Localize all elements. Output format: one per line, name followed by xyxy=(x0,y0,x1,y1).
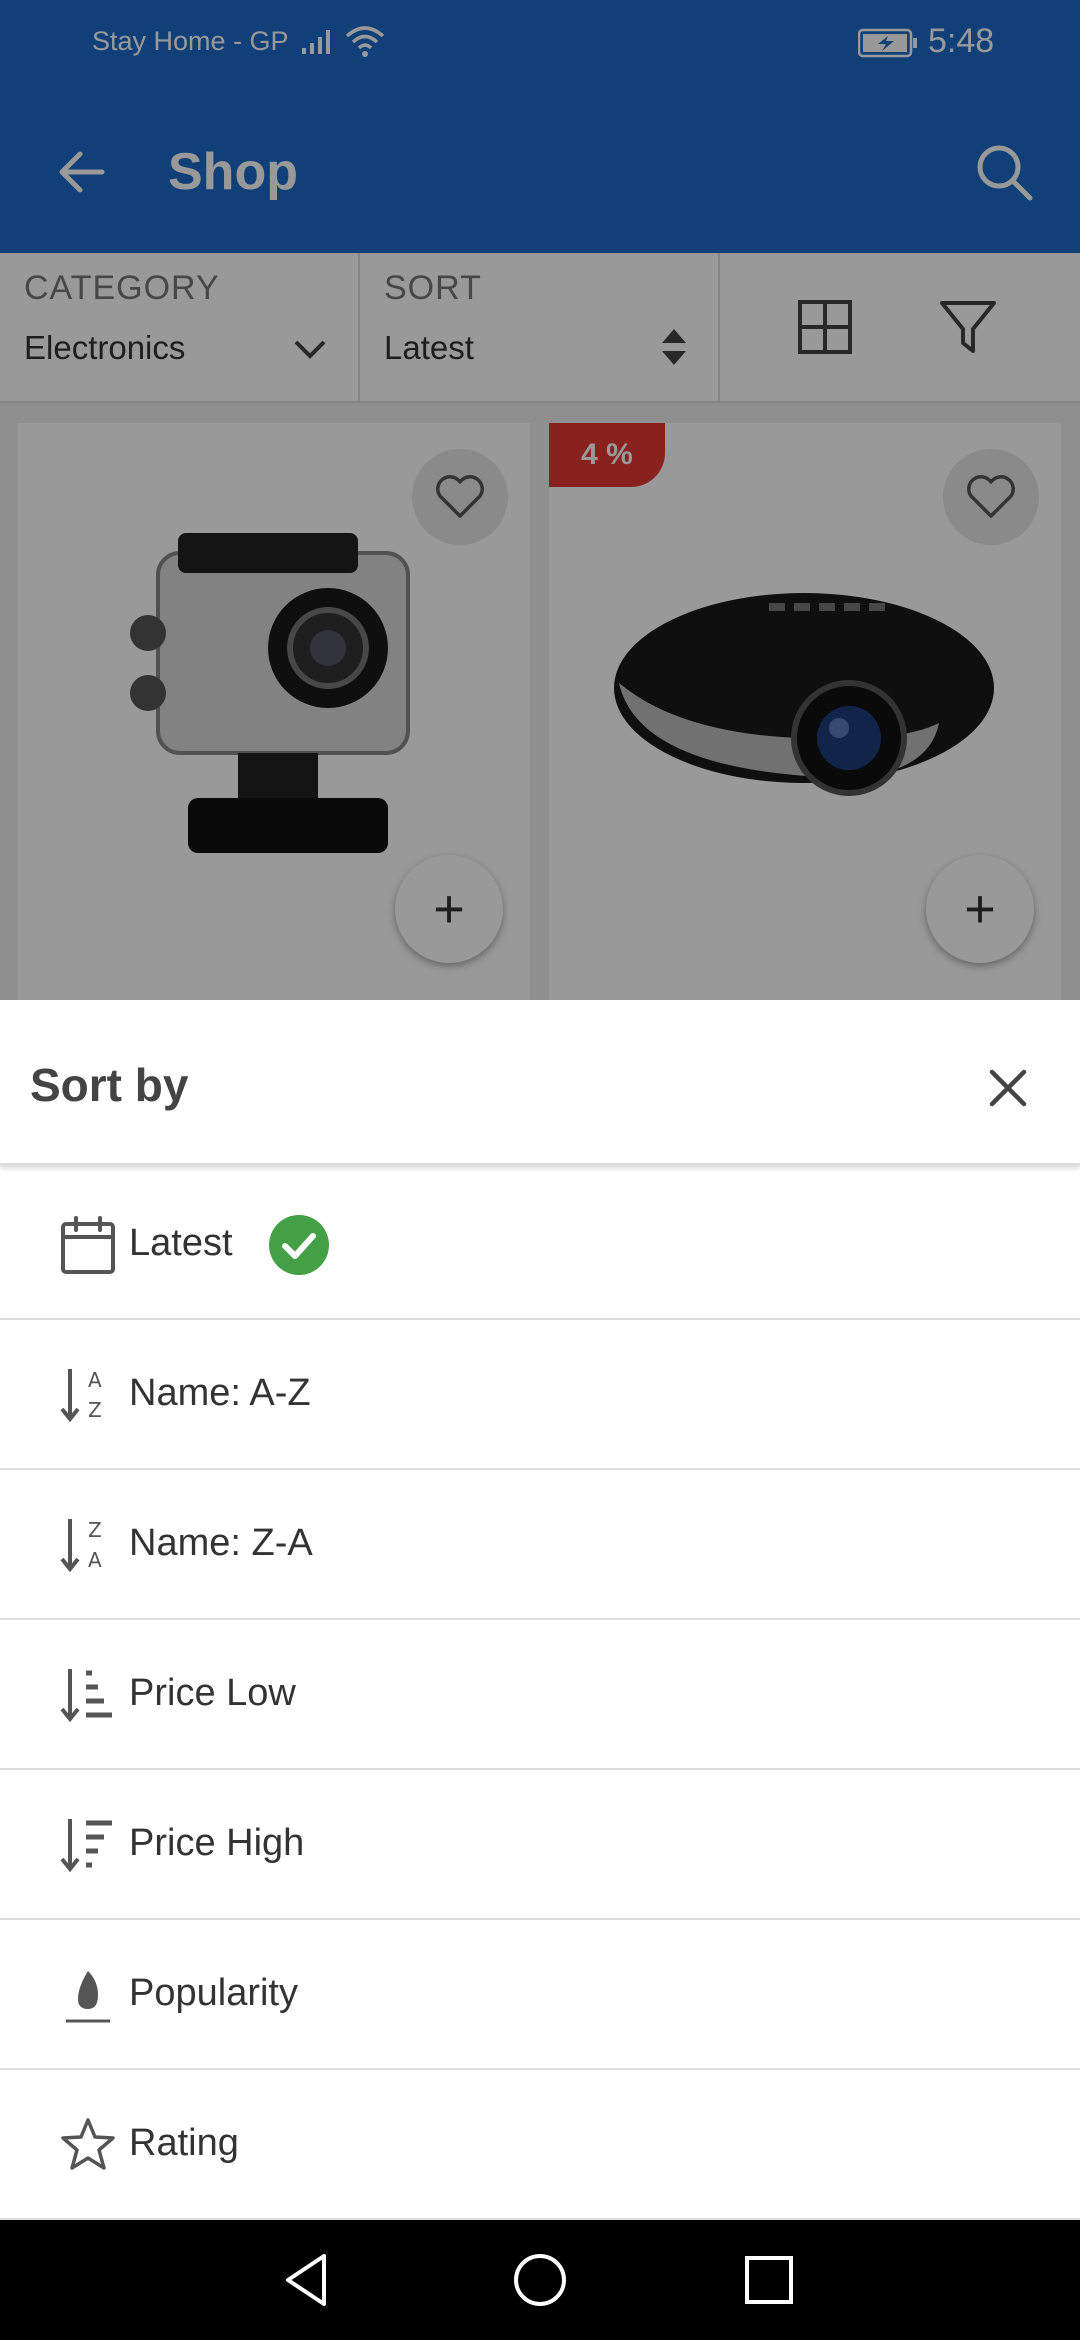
sort-option-rating[interactable]: Rating xyxy=(0,2070,1080,2220)
check-circle-icon xyxy=(268,1214,330,1276)
sort-option-label: Rating xyxy=(129,2122,239,2164)
sort-bottom-sheet: Sort by Latest AZ Name: A-Z ZA Name: Z-A… xyxy=(0,1000,1080,2220)
svg-text:A: A xyxy=(88,1548,102,1572)
sort-amount-desc-icon xyxy=(58,1815,118,1875)
svg-text:Z: Z xyxy=(88,1398,102,1422)
sort-alpha-asc-icon: AZ xyxy=(58,1365,118,1425)
sort-options-list: Latest AZ Name: A-Z ZA Name: Z-A Price L… xyxy=(0,1170,1080,2220)
system-nav-bar xyxy=(0,2220,1080,2340)
fire-icon xyxy=(58,1965,118,2025)
sort-option-label: Name: A-Z xyxy=(129,1372,311,1414)
sort-option-latest[interactable]: Latest xyxy=(0,1170,1080,1320)
sort-option-price-high[interactable]: Price High xyxy=(0,1770,1080,1920)
star-outline-icon xyxy=(58,2115,118,2175)
sheet-header: Sort by xyxy=(0,1000,1080,1166)
sort-option-label: Popularity xyxy=(129,1972,298,2014)
sort-option-name-asc[interactable]: AZ Name: A-Z xyxy=(0,1320,1080,1470)
sheet-title: Sort by xyxy=(30,1059,189,1111)
svg-text:A: A xyxy=(88,1368,102,1392)
nav-recents-icon[interactable] xyxy=(739,2250,799,2310)
sort-option-label: Price High xyxy=(129,1822,305,1864)
sort-option-label: Name: Z-A xyxy=(129,1522,313,1564)
sort-alpha-desc-icon: ZA xyxy=(58,1515,118,1575)
sort-option-label: Price Low xyxy=(129,1672,296,1714)
sort-option-name-desc[interactable]: ZA Name: Z-A xyxy=(0,1470,1080,1620)
sort-amount-asc-icon xyxy=(58,1665,118,1725)
modal-scrim[interactable] xyxy=(0,0,1080,1000)
nav-back-icon[interactable] xyxy=(278,2250,338,2310)
nav-home-icon[interactable] xyxy=(510,2250,570,2310)
sort-option-label: Latest xyxy=(129,1222,233,1264)
svg-text:Z: Z xyxy=(88,1518,102,1542)
sort-option-popularity[interactable]: Popularity xyxy=(0,1920,1080,2070)
close-icon[interactable] xyxy=(980,1060,1036,1116)
sort-option-price-low[interactable]: Price Low xyxy=(0,1620,1080,1770)
calendar-icon xyxy=(58,1215,118,1275)
